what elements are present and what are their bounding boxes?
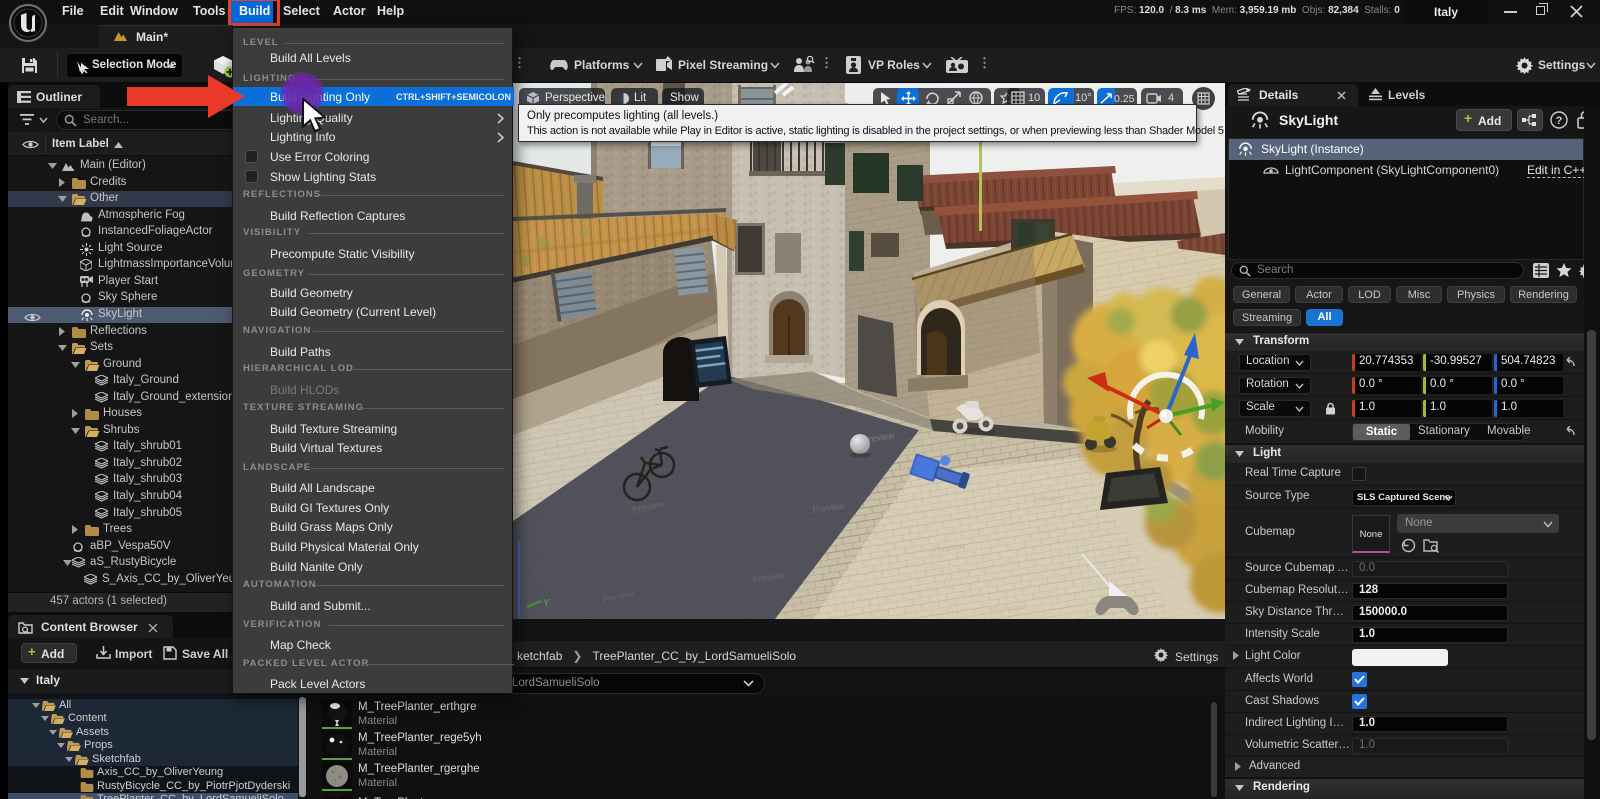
svg-text:Y: Y	[543, 598, 550, 609]
svg-text:?: ?	[1556, 115, 1563, 127]
